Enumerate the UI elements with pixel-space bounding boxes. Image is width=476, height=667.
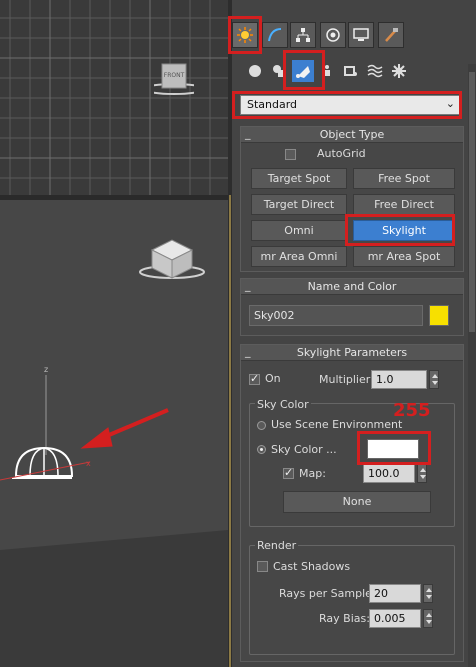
ray-bias-spinner[interactable]: 0.005 — [369, 609, 421, 628]
shapes-tab[interactable] — [268, 60, 290, 82]
skylight-parameters-title: Skylight Parameters — [296, 346, 408, 359]
free-spot-button[interactable]: Free Spot — [353, 168, 455, 189]
chevron-down-icon: ⌄ — [445, 97, 455, 110]
target-spot-button[interactable]: Target Spot — [251, 168, 347, 189]
command-panel-tabs — [232, 20, 476, 50]
map-amount-spinner-arrows[interactable] — [417, 464, 427, 483]
object-color-swatch[interactable] — [429, 305, 449, 326]
spacewarps-icon — [367, 64, 383, 78]
object-type-rollout-header[interactable]: _ Object Type — [241, 127, 463, 143]
ray-bias-label: Ray Bias: — [319, 612, 370, 625]
mr-area-omni-button[interactable]: mr Area Omni — [251, 246, 347, 267]
systems-icon — [392, 64, 406, 78]
modify-icon — [268, 28, 282, 42]
annotation-arrow — [80, 408, 169, 449]
object-type-rollout: _ Object Type AutoGrid Target Spot Free … — [240, 126, 464, 272]
ray-bias-spinner-arrows[interactable] — [423, 609, 433, 628]
utilities-tab[interactable] — [378, 22, 404, 48]
sky-color-radio[interactable] — [257, 445, 266, 454]
collapse-icon: _ — [245, 127, 251, 140]
svg-text:z: z — [44, 365, 48, 374]
lights-icon — [296, 66, 310, 78]
autogrid-label: AutoGrid — [317, 147, 366, 160]
create-icon — [237, 27, 253, 43]
sky-color-label: Sky Color ... — [271, 443, 337, 456]
object-type-title: Object Type — [319, 128, 385, 141]
create-tab[interactable] — [232, 22, 258, 48]
multiplier-spinner[interactable]: 1.0 — [371, 370, 427, 389]
category-dropdown-value: Standard — [247, 98, 298, 111]
mr-area-spot-button[interactable]: mr Area Spot — [353, 246, 455, 267]
viewcube-face-label: FRONT — [163, 72, 185, 79]
on-checkbox[interactable] — [249, 372, 260, 385]
sky-color-swatch[interactable] — [367, 439, 419, 459]
geometry-icon — [249, 65, 261, 77]
systems-tab[interactable] — [388, 60, 410, 82]
collapse-icon: _ — [245, 279, 251, 292]
helpers-tab[interactable] — [340, 60, 362, 82]
viewcube-top[interactable]: FRONT — [154, 62, 194, 96]
name-and-color-rollout: _ Name and Color Sky002 — [240, 278, 464, 336]
geometry-tab[interactable] — [244, 60, 266, 82]
collapse-icon: _ — [245, 345, 251, 358]
motion-icon — [326, 28, 340, 42]
command-panel: Standard ⌄ _ Object Type AutoGrid Target… — [232, 0, 476, 667]
rays-per-sample-spinner-arrows[interactable] — [423, 584, 433, 603]
display-icon — [353, 28, 369, 41]
use-scene-environment-radio[interactable] — [257, 421, 266, 430]
viewcube-perspective — [139, 239, 205, 279]
panel-scrollbar[interactable] — [468, 64, 476, 667]
lights-tab[interactable] — [292, 60, 314, 82]
skylight-parameters-rollout-header[interactable]: _ Skylight Parameters — [241, 345, 463, 361]
skylight-helper-icon: z x — [0, 365, 91, 481]
free-direct-button[interactable]: Free Direct — [353, 194, 455, 215]
skylight-parameters-rollout: _ Skylight Parameters On Multiplier: 1.0… — [240, 344, 464, 662]
rays-per-sample-label: Rays per Sample: — [279, 587, 376, 600]
motion-tab[interactable] — [320, 22, 346, 48]
viewport-perspective[interactable]: z x — [0, 200, 228, 667]
viewport-grid — [0, 0, 228, 195]
helpers-icon — [344, 66, 357, 76]
display-tab[interactable] — [348, 22, 374, 48]
cameras-icon — [324, 65, 330, 76]
autogrid-checkbox[interactable] — [285, 149, 296, 160]
name-and-color-rollout-header[interactable]: _ Name and Color — [241, 279, 463, 295]
svg-text:x: x — [86, 459, 91, 468]
map-label: Map: — [299, 467, 326, 480]
target-direct-button[interactable]: Target Direct — [251, 194, 347, 215]
omni-button[interactable]: Omni — [251, 220, 347, 241]
multiplier-label: Multiplier: — [319, 373, 374, 386]
perspective-scene: z x — [0, 239, 228, 667]
panel-scrollbar-thumb[interactable] — [469, 72, 475, 332]
sky-color-group-title: Sky Color — [255, 398, 311, 411]
rays-per-sample-spinner[interactable]: 20 — [369, 584, 421, 603]
map-checkbox[interactable] — [283, 466, 294, 479]
use-scene-environment-label: Use Scene Environment — [271, 418, 403, 431]
annotation-255: 255 — [393, 400, 431, 421]
name-and-color-title: Name and Color — [307, 280, 397, 293]
hierarchy-tab[interactable] — [290, 22, 316, 48]
map-amount-spinner[interactable]: 100.0 — [363, 464, 415, 483]
hierarchy-icon — [296, 28, 310, 42]
create-category-tabs — [232, 56, 476, 86]
spacewarps-tab[interactable] — [364, 60, 386, 82]
cast-shadows-label: Cast Shadows — [273, 560, 351, 573]
on-label: On — [265, 372, 281, 385]
category-dropdown[interactable]: Standard ⌄ — [240, 95, 462, 115]
cameras-tab[interactable] — [316, 60, 338, 82]
skylight-button[interactable]: Skylight — [353, 220, 455, 241]
viewport-top[interactable]: FRONT — [0, 0, 228, 195]
render-group-title: Render — [255, 539, 299, 552]
utilities-icon — [385, 28, 398, 42]
multiplier-spinner-arrows[interactable] — [429, 370, 439, 389]
object-name-field[interactable]: Sky002 — [249, 305, 423, 326]
modify-tab[interactable] — [262, 22, 288, 48]
map-none-button[interactable]: None — [283, 491, 431, 513]
cast-shadows-checkbox[interactable] — [257, 561, 268, 572]
shapes-icon — [273, 65, 285, 77]
